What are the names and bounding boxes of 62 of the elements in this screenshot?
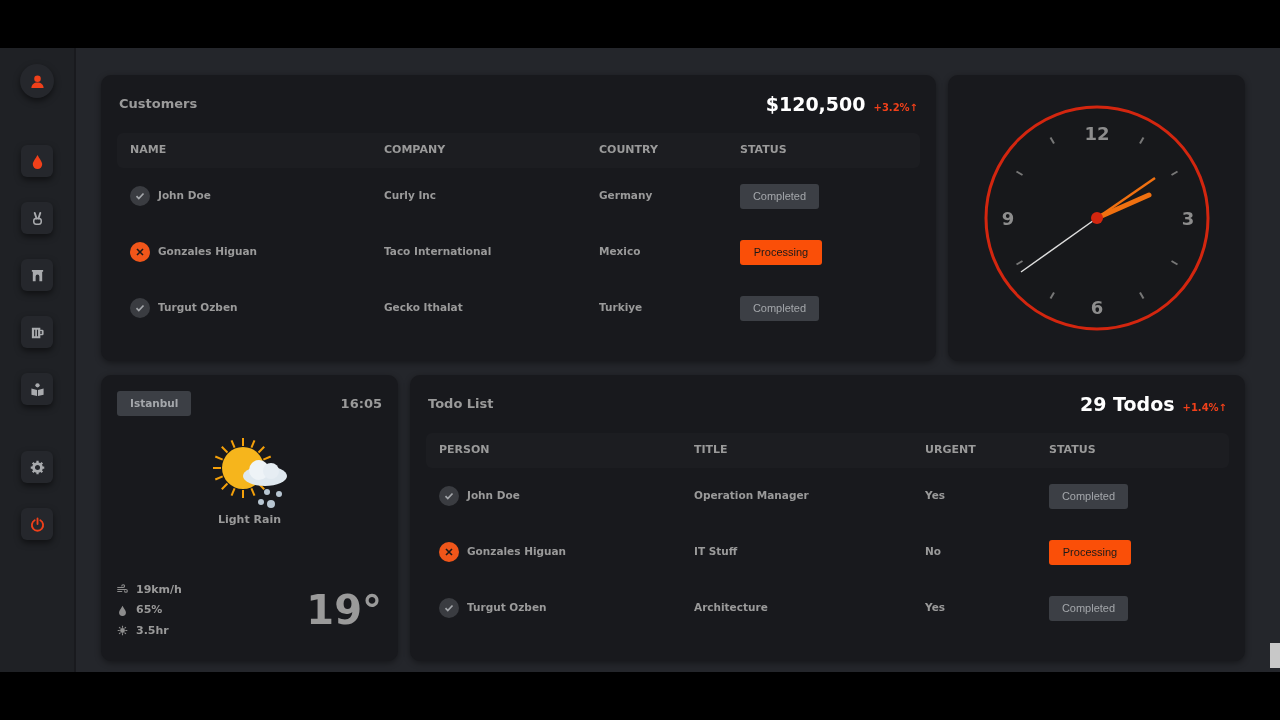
status-button[interactable]: Completed [740, 295, 819, 321]
status-button[interactable]: Processing [1049, 539, 1131, 565]
total-value: $120,500 [765, 91, 866, 117]
table-cell-text: Yes [925, 488, 946, 504]
table-cell-text: No [925, 544, 942, 560]
wind-icon [117, 584, 128, 596]
change-indicator: +3.2%↑ [873, 100, 918, 115]
card-title: Todo List [428, 395, 494, 414]
sidebar-button[interactable] [21, 259, 53, 291]
table-cell-text: Curly Inc [384, 188, 438, 204]
drop-icon [117, 604, 128, 616]
sidebar-button[interactable] [21, 508, 53, 540]
scrollbar-thumb[interactable] [1270, 643, 1280, 668]
card-title: Customers [119, 95, 198, 114]
table-cell-text: Mexico [599, 244, 642, 260]
column-header: STATUS [1049, 442, 1097, 459]
sidebar-button[interactable] [21, 373, 53, 405]
table-cell-text: Taco International [384, 244, 493, 260]
table-cell-text: Gecko Ithalat [384, 300, 464, 316]
column-header: URGENT [925, 442, 977, 459]
temperature-text: 19° [306, 590, 382, 631]
sidebar-button[interactable] [21, 145, 53, 177]
table-cell: Turgut Ozben [467, 600, 547, 616]
table-cell: Gonzales Higuan [467, 544, 567, 560]
table-cell: Turgut Ozben [158, 300, 238, 316]
profile-button[interactable] [20, 64, 54, 98]
stat-value: 19km/h [136, 581, 182, 598]
column-header: TITLE [694, 442, 729, 459]
table-cell-text: Operation Manager [694, 488, 810, 504]
table-cell-text: Architecture [694, 600, 769, 616]
status-button[interactable]: Completed [1049, 483, 1128, 509]
column-header: COMPANY [384, 142, 447, 159]
status-button[interactable]: Completed [1049, 595, 1128, 621]
table-cell: John Doe [158, 188, 211, 204]
sidebar-button[interactable] [21, 316, 53, 348]
sun-icon [117, 625, 128, 637]
status-button[interactable]: Processing [740, 239, 822, 265]
clock-numeral: 6 [1090, 297, 1103, 318]
table-cell-text: Yes [925, 600, 946, 616]
status-button[interactable]: Completed [740, 183, 819, 209]
clock-numeral: 3 [1181, 208, 1194, 229]
table-cell-text: Germany [599, 188, 654, 204]
sidebar-button[interactable] [21, 451, 53, 483]
condition-text: Light Rain [217, 512, 282, 528]
stat-value: 65% [136, 602, 163, 618]
clock-numeral: 12 [1083, 123, 1110, 144]
column-header: STATUS [740, 142, 788, 159]
sidebar-button[interactable] [21, 202, 53, 234]
table-cell: Gonzales Higuan [158, 244, 258, 260]
change-indicator: +1.4%↑ [1182, 400, 1227, 415]
city-button[interactable]: Istanbul [117, 391, 192, 416]
column-header: COUNTRY [599, 142, 659, 159]
table-cell-text: Turkiye [599, 300, 644, 316]
column-header: PERSON [439, 442, 491, 459]
table-cell: John Doe [467, 488, 520, 504]
time-text: 16:05 [340, 394, 382, 413]
column-header: NAME [130, 142, 168, 159]
clock-numeral: 9 [1001, 208, 1014, 229]
total-value: 29 Todos [1080, 391, 1175, 417]
user-icon [29, 73, 45, 89]
table-cell-text: IT Stuff [694, 544, 739, 560]
stat-value: 3.5hr [136, 622, 169, 639]
